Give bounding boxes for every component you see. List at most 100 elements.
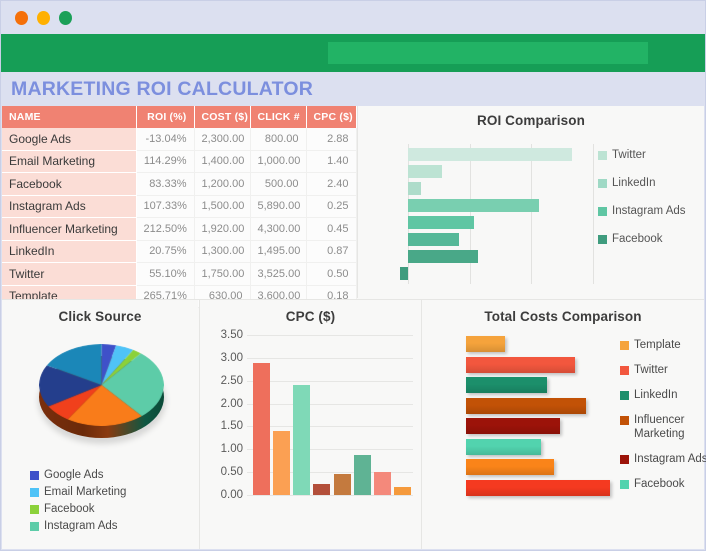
app-toolbar	[1, 34, 705, 72]
legend-item[interactable]: Instagram Ads	[598, 204, 703, 218]
legend-swatch	[598, 207, 607, 216]
column-header-name[interactable]: NAME	[2, 106, 137, 128]
roi-comparison-legend: Twitter LinkedIn Instagram Ads Facebook	[598, 148, 703, 260]
legend-swatch	[30, 504, 39, 514]
cpc-bar	[353, 455, 371, 495]
legend-swatch	[620, 366, 629, 375]
dashboard-body: NAME ROI (%) COST ($) CLICK # CPC ($) Go…	[2, 106, 706, 549]
column-header-clicks[interactable]: CLICK #	[250, 106, 307, 128]
legend-item[interactable]: Email Marketing	[30, 485, 126, 499]
page-title: MARKETING ROI CALCULATOR	[11, 78, 313, 100]
y-tick-label: 1.00	[220, 443, 243, 456]
legend-label: Google Ads	[44, 469, 104, 481]
legend-label: Twitter	[634, 364, 668, 376]
legend-item[interactable]: Facebook	[620, 477, 706, 491]
total-costs-plot	[466, 336, 616, 496]
cpc-panel: CPC ($) 0.00 0.50 1.00 1.50 2.00 2.50 3.00 3.50	[199, 300, 421, 549]
roi-bar	[408, 199, 540, 212]
roi-comparison-plot	[399, 144, 594, 284]
cell-cpc: 0.45	[306, 217, 357, 241]
legend-label: Instagram Ads	[44, 520, 118, 532]
cost-bar	[466, 336, 506, 352]
table-row[interactable]: Instagram Ads 107.33% 1,500.00 5,890.00 0.25	[2, 195, 357, 218]
cpc-y-axis-labels: 0.00 0.50 1.00 1.50 2.00 2.50 3.00 3.50	[203, 329, 243, 501]
legend-label: LinkedIn	[612, 177, 656, 189]
cell-clicks: 800.00	[250, 128, 307, 151]
cost-bar	[466, 479, 610, 496]
legend-swatch	[598, 179, 607, 188]
legend-swatch	[30, 521, 39, 531]
total-costs-bar-series	[466, 336, 616, 496]
table-row[interactable]: Twitter 55.10% 1,750.00 3,525.00 0.50	[2, 262, 357, 286]
cell-cpc: 1.40	[306, 150, 357, 173]
cpc-bar-series	[253, 335, 411, 495]
legend-item[interactable]: Instagram Ads	[30, 519, 126, 533]
table-header-row: NAME ROI (%) COST ($) CLICK # CPC ($)	[2, 106, 357, 128]
column-header-cpc[interactable]: CPC ($)	[306, 106, 357, 128]
column-header-roi[interactable]: ROI (%)	[136, 106, 195, 128]
zoom-button[interactable]	[59, 10, 72, 25]
column-header-cost[interactable]: COST ($)	[194, 106, 251, 128]
cpc-bar	[333, 474, 351, 495]
page-header: MARKETING ROI CALCULATOR	[2, 73, 704, 106]
total-costs-title: Total Costs Comparison	[484, 309, 642, 324]
legend-label: LinkedIn	[634, 389, 678, 401]
cell-cost: 1,400.00	[194, 150, 251, 173]
legend-item[interactable]: Facebook	[30, 502, 126, 516]
cell-cpc: 0.25	[306, 195, 357, 218]
cell-cost: 1,750.00	[194, 262, 251, 286]
cell-roi: 83.33%	[136, 172, 195, 196]
table-row[interactable]: Email Marketing 114.29% 1,400.00 1,000.00 1.…	[2, 150, 357, 173]
legend-swatch	[30, 470, 39, 480]
cell-name: LinkedIn	[2, 240, 137, 263]
cell-cost: 1,500.00	[194, 195, 251, 218]
roi-comparison-title: ROI Comparison	[477, 113, 585, 128]
table-row[interactable]: Google Ads -13.04% 2,300.00 800.00 2.88	[2, 128, 357, 151]
legend-label: Email Marketing	[44, 486, 127, 498]
cell-clicks: 1,495.00	[250, 240, 307, 263]
legend-label: Instagram Ads	[612, 205, 686, 217]
click-source-legend: Google Ads Email Marketing Facebook Instagr…	[30, 468, 126, 536]
table-row[interactable]: LinkedIn 20.75% 1,300.00 1,495.00 0.87	[2, 240, 357, 263]
total-costs-panel: Total Costs Comparison Template Twitter Li…	[421, 300, 706, 549]
cell-cost: 2,300.00	[194, 128, 251, 151]
legend-item[interactable]: Template	[620, 338, 706, 352]
roi-bar	[408, 216, 475, 229]
bottom-charts-row: Click Source Google Ads Email Marketing Fa…	[2, 299, 706, 549]
roi-bar	[408, 148, 572, 161]
minimize-button[interactable]	[37, 10, 50, 25]
roi-bar-series	[399, 144, 593, 284]
legend-item[interactable]: Twitter	[598, 148, 703, 162]
legend-item[interactable]: Instagram Ads	[620, 452, 706, 466]
legend-item[interactable]: LinkedIn	[620, 388, 706, 402]
cell-clicks: 5,890.00	[250, 195, 307, 218]
cell-name: Google Ads	[2, 128, 137, 151]
pie-top-face	[39, 344, 164, 426]
cell-cost: 1,300.00	[194, 240, 251, 263]
cell-cpc: 2.88	[306, 128, 357, 151]
cost-bar	[466, 438, 541, 455]
gridline	[593, 144, 594, 284]
cell-clicks: 1,000.00	[250, 150, 307, 173]
toolbar-input-field[interactable]	[328, 42, 648, 64]
legend-item[interactable]: LinkedIn	[598, 176, 703, 190]
legend-item[interactable]: Facebook	[598, 232, 703, 246]
legend-item[interactable]: Influencer Marketing	[620, 413, 706, 441]
cell-cost: 1,200.00	[194, 172, 251, 196]
close-button[interactable]	[15, 10, 28, 25]
roi-bar	[399, 267, 408, 280]
table-row[interactable]: Influencer Marketing 212.50% 1,920.00 4,300…	[2, 217, 357, 241]
legend-label: Facebook	[634, 478, 685, 490]
y-tick-label: 3.50	[220, 329, 243, 341]
legend-swatch	[620, 416, 629, 425]
click-source-title: Click Source	[58, 309, 142, 324]
legend-label: Influencer Marketing	[634, 414, 685, 440]
cell-roi: 55.10%	[136, 262, 195, 286]
legend-item[interactable]: Twitter	[620, 363, 706, 377]
legend-item[interactable]: Google Ads	[30, 468, 126, 482]
table-row[interactable]: Facebook 83.33% 1,200.00 500.00 2.40	[2, 172, 357, 196]
roi-table: NAME ROI (%) COST ($) CLICK # CPC ($) Go…	[2, 106, 357, 308]
y-tick-label: 3.00	[220, 351, 243, 364]
cell-roi: -13.04%	[136, 128, 195, 151]
cell-roi: 212.50%	[136, 217, 195, 241]
